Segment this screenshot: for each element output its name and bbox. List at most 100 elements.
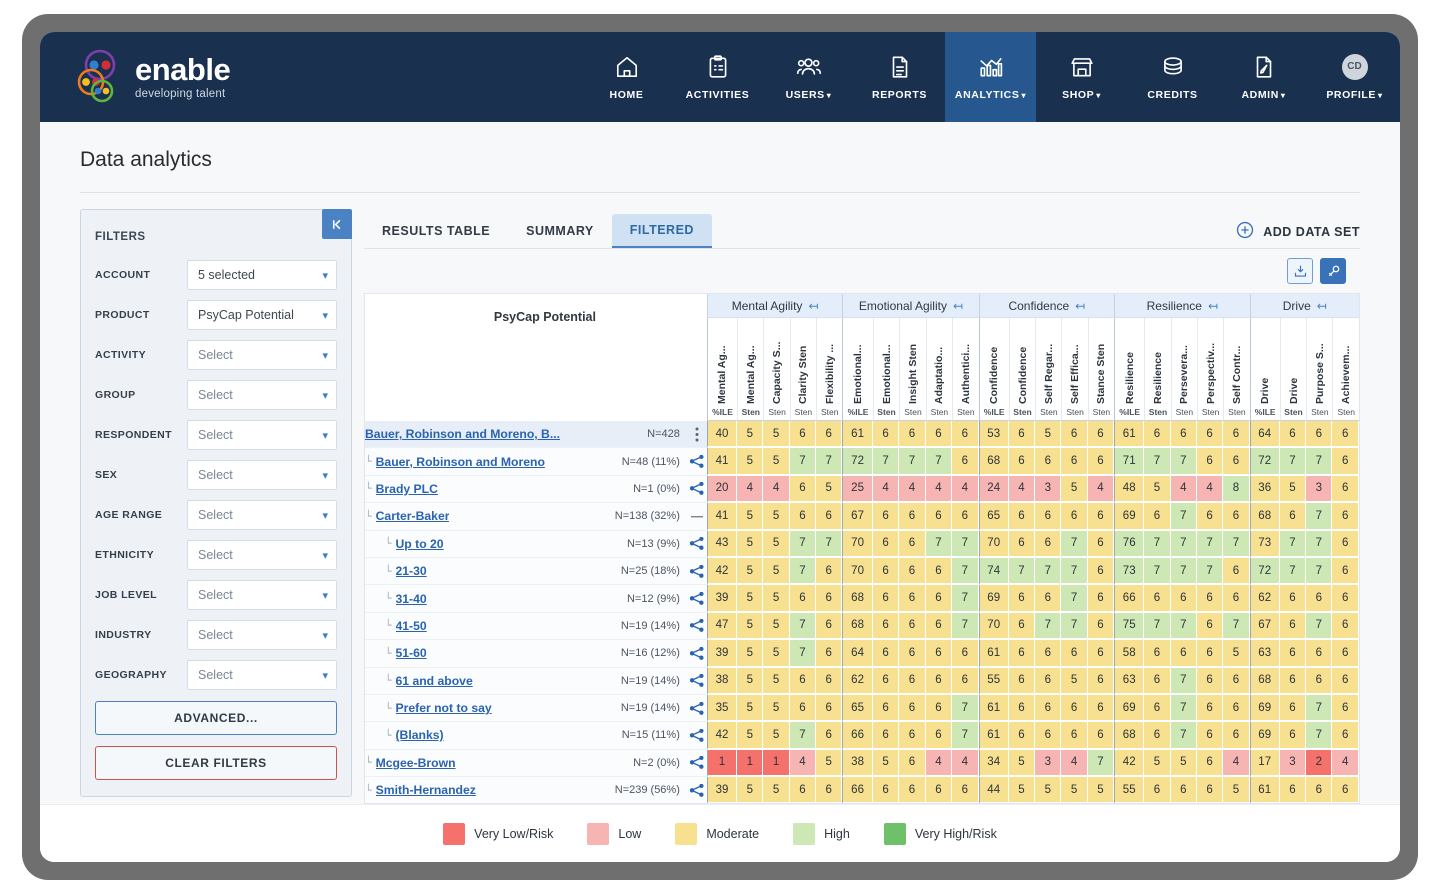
data-cell[interactable]: 7 [789, 722, 817, 750]
data-cell[interactable]: 6 [872, 503, 900, 531]
column-header[interactable]: Mental Ag... [737, 318, 764, 404]
more-vertical-icon[interactable] [687, 427, 707, 442]
data-cell[interactable]: 6 [899, 557, 926, 586]
data-cell[interactable]: 5 [737, 448, 764, 476]
data-cell[interactable]: 6 [1223, 421, 1250, 449]
data-cell[interactable]: 6 [1332, 694, 1359, 723]
data-cell[interactable]: 6 [1196, 749, 1224, 778]
data-cell[interactable]: 7 [899, 448, 926, 476]
data-cell[interactable]: 6 [1087, 503, 1115, 531]
data-cell[interactable]: 66 [1114, 585, 1145, 613]
share-icon[interactable] [687, 482, 707, 496]
data-cell[interactable]: 61 [978, 640, 1009, 668]
data-cell[interactable]: 5 [872, 749, 900, 778]
data-cell[interactable]: 7 [789, 612, 817, 641]
data-cell[interactable]: 6 [1008, 421, 1036, 449]
data-cell[interactable]: 6 [1144, 667, 1171, 695]
column-header[interactable]: Self Effica... [1061, 318, 1088, 404]
data-cell[interactable]: 63 [1114, 667, 1145, 695]
data-cell[interactable]: 6 [1170, 421, 1197, 449]
data-cell[interactable]: 7 [1306, 694, 1333, 723]
data-cell[interactable]: 5 [737, 612, 764, 641]
data-cell[interactable]: 6 [1196, 612, 1224, 641]
data-cell[interactable]: 1 [706, 749, 738, 778]
data-cell[interactable]: 61 [1114, 421, 1145, 449]
data-cell[interactable]: 6 [1008, 448, 1036, 476]
data-cell[interactable]: 47 [706, 612, 738, 641]
filter-select-age-range[interactable]: Select ▾ [187, 500, 337, 530]
data-cell[interactable]: 6 [1008, 612, 1036, 641]
share-icon[interactable] [687, 455, 707, 468]
data-cell[interactable]: 55 [978, 667, 1009, 695]
share-icon[interactable] [687, 701, 707, 715]
table-row[interactable]: └ 31-40 N=12 (9%) 39 5 5 6 6 68 6 6 6 7 69 6 6 7 6 66 6 6 6 6 6… [365, 585, 1359, 613]
data-cell[interactable]: 6 [1196, 421, 1224, 449]
table-row[interactable]: └ (Blanks) N=15 (11%) 42 5 5 7 6 66 6 6 6 7 61 6 6 6 6 68 6… [365, 722, 1359, 750]
data-cell[interactable]: 7 [1306, 448, 1333, 476]
data-cell[interactable]: 65 [978, 503, 1009, 531]
data-cell[interactable]: 5 [1223, 640, 1250, 668]
table-row[interactable]: └ 41-50 N=19 (14%) 47 5 5 7 6 68 6 6 6 7 70 6 7 7 6 75 7 7 6 7… [365, 612, 1359, 641]
data-cell[interactable]: 6 [1008, 694, 1036, 723]
data-cell[interactable]: 7 [789, 640, 817, 668]
data-cell[interactable]: 66 [842, 777, 873, 803]
data-cell[interactable]: 7 [816, 530, 843, 558]
data-cell[interactable]: 6 [925, 640, 953, 668]
data-cell[interactable]: 6 [925, 722, 953, 750]
row-label-link[interactable]: (Blanks) [396, 728, 444, 742]
dash-icon[interactable] [687, 510, 707, 523]
row-label-link[interactable]: Bauer, Robinson and Moreno, B... [365, 427, 560, 441]
data-cell[interactable]: 5 [1087, 777, 1115, 803]
row-label-link[interactable]: 41-50 [396, 619, 427, 633]
data-cell[interactable]: 6 [1170, 585, 1197, 613]
data-cell[interactable]: 6 [1332, 612, 1359, 641]
data-cell[interactable]: 7 [925, 448, 953, 476]
column-header[interactable]: Insight Sten [899, 318, 926, 404]
data-cell[interactable]: 6 [872, 421, 900, 449]
data-cell[interactable]: 6 [1061, 640, 1088, 668]
data-cell[interactable]: 72 [1249, 448, 1280, 476]
data-cell[interactable]: 5 [816, 475, 843, 504]
data-cell[interactable]: 6 [1306, 667, 1333, 695]
data-cell[interactable]: 7 [1306, 530, 1333, 558]
row-label-link[interactable]: 31-40 [396, 592, 427, 606]
share-icon[interactable] [687, 783, 707, 797]
data-cell[interactable]: 4 [1223, 749, 1250, 778]
data-cell[interactable]: 6 [1306, 585, 1333, 613]
data-cell[interactable]: 5 [737, 530, 764, 558]
data-cell[interactable]: 42 [706, 557, 738, 586]
data-cell[interactable]: 7 [1144, 612, 1171, 641]
column-header[interactable]: Mental Ag... [706, 318, 738, 404]
data-cell[interactable]: 6 [872, 722, 900, 750]
data-cell[interactable]: 43 [706, 530, 738, 558]
nav-item-users[interactable]: USERS ▾ [763, 32, 854, 122]
data-cell[interactable]: 4 [925, 475, 953, 504]
share-icon[interactable] [687, 592, 707, 605]
data-cell[interactable]: 4 [1332, 749, 1359, 778]
nav-item-activities[interactable]: ACTIVITIES [672, 32, 763, 122]
data-cell[interactable]: 67 [842, 503, 873, 531]
data-cell[interactable]: 73 [1249, 530, 1280, 558]
data-cell[interactable]: 61 [978, 694, 1009, 723]
data-cell[interactable]: 4 [789, 749, 817, 778]
data-cell[interactable]: 7 [1144, 557, 1171, 586]
filter-select-industry[interactable]: Select ▾ [187, 620, 337, 650]
data-cell[interactable]: 6 [952, 421, 979, 449]
data-cell[interactable]: 5 [737, 722, 764, 750]
data-cell[interactable]: 6 [789, 694, 817, 723]
column-header[interactable]: Confidence [978, 318, 1009, 404]
data-cell[interactable]: 6 [816, 503, 843, 531]
add-data-set-button[interactable]: ADD DATA SET [1236, 221, 1360, 248]
share-icon[interactable] [687, 728, 707, 742]
data-cell[interactable]: 5 [737, 585, 764, 613]
tab-summary[interactable]: SUMMARY [508, 214, 612, 248]
collapse-left-icon[interactable]: ↤ [1317, 299, 1327, 313]
data-cell[interactable]: 6 [1144, 694, 1171, 723]
data-cell[interactable]: 73 [1114, 557, 1145, 586]
data-cell[interactable]: 7 [952, 557, 979, 586]
data-cell[interactable]: 6 [1035, 640, 1062, 668]
data-cell[interactable]: 6 [1332, 448, 1359, 476]
data-cell[interactable]: 6 [1087, 722, 1115, 750]
data-cell[interactable]: 6 [1008, 667, 1036, 695]
data-cell[interactable]: 38 [842, 749, 873, 778]
